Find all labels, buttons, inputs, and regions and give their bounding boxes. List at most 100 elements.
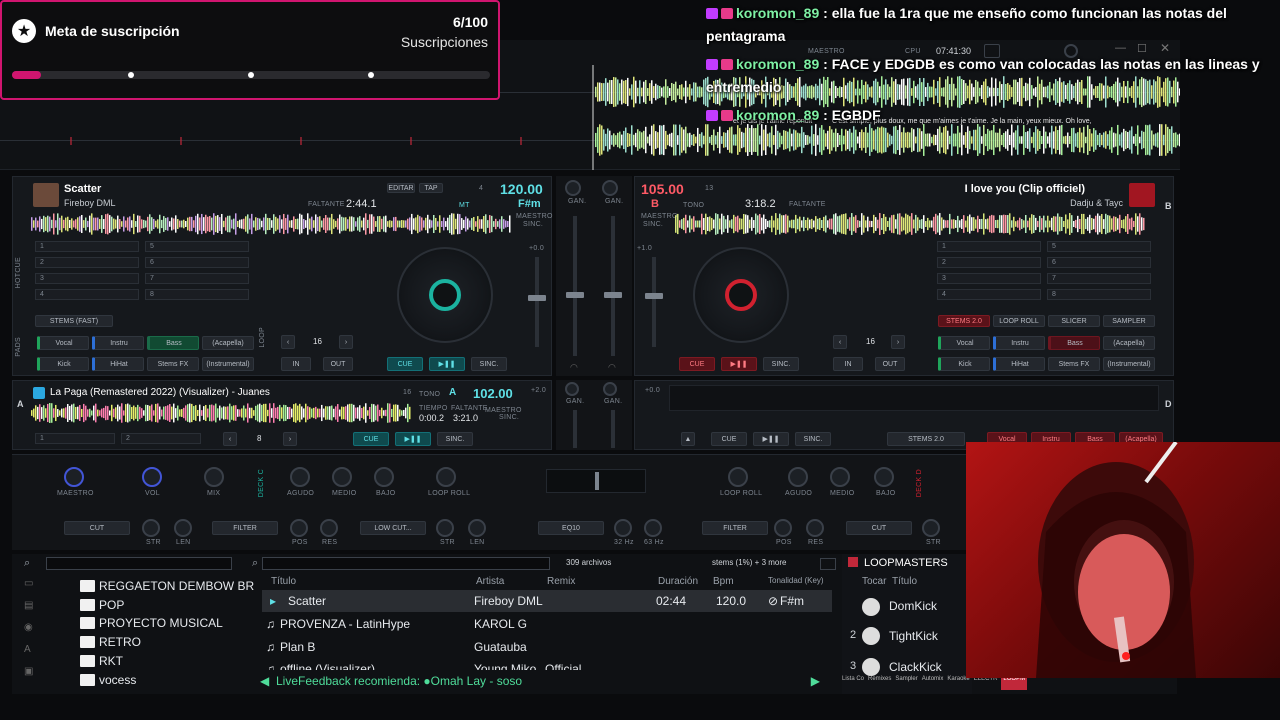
tab-sampler[interactable]: Sampler	[895, 676, 917, 690]
loop-in-button[interactable]: IN	[281, 357, 311, 371]
pad-mode-loop-roll[interactable]: LOOP ROLL	[993, 315, 1045, 327]
hotcue-7[interactable]: 7	[145, 273, 249, 284]
cue-button[interactable]: CUE	[353, 432, 389, 446]
edit-button[interactable]: EDITAR	[387, 183, 415, 193]
col-key[interactable]: Tonalidad (Key)	[768, 576, 824, 585]
hotcue-1[interactable]: 1	[937, 241, 1041, 252]
text-icon[interactable]: A	[24, 644, 44, 666]
stem-hihat[interactable]: HiHat	[92, 357, 144, 371]
col-duration[interactable]: Duración	[658, 576, 698, 587]
track-search-input[interactable]	[262, 557, 550, 570]
stem-instru[interactable]: Instru	[92, 336, 144, 350]
play-pause-button[interactable]: ▶❚❚	[429, 357, 465, 371]
fx-pos-knob[interactable]	[774, 519, 792, 537]
stem-fx[interactable]: Stems FX	[147, 357, 199, 371]
deck-left-waveform[interactable]	[31, 213, 511, 235]
pad-mode-stems[interactable]: STEMS 2.0	[938, 315, 990, 327]
loop-half-button[interactable]: ‹	[223, 432, 237, 446]
channel-fader-left-handle[interactable]	[566, 292, 584, 298]
channel-fader[interactable]	[611, 410, 615, 448]
channel-fader-left[interactable]	[573, 216, 577, 356]
jog-wheel-left[interactable]	[397, 247, 493, 343]
drum-icon[interactable]	[862, 598, 880, 616]
eq-high-knob[interactable]	[290, 467, 310, 487]
fx-pos-knob[interactable]	[290, 519, 308, 537]
loop-out-button[interactable]: OUT	[323, 357, 353, 371]
drum-icon[interactable]	[862, 627, 880, 645]
hotcue-7[interactable]: 7	[1047, 273, 1151, 284]
eq-high-knob[interactable]	[788, 467, 808, 487]
fx-select-cut[interactable]: CUT	[846, 521, 912, 535]
stem-acapella[interactable]: (Acapella)	[202, 336, 254, 350]
play-pause-button[interactable]: ▶❚❚	[721, 357, 757, 371]
table-row[interactable]: ♫ PROVENZA - LatinHype KAROL G	[262, 613, 832, 635]
pad-mode-slicer[interactable]: SLICER	[1048, 315, 1100, 327]
folder-search-input[interactable]	[46, 557, 232, 570]
fx-select-filter[interactable]: FILTER	[702, 521, 768, 535]
eq-low-knob[interactable]	[874, 467, 894, 487]
hotcue-1[interactable]: 1	[35, 241, 139, 252]
loop-half-button[interactable]: ‹	[281, 335, 295, 349]
hotcue-4[interactable]: 4	[937, 289, 1041, 300]
folder-item[interactable]: REGGAETON DEMBOW BR	[80, 579, 254, 593]
play-pause-button[interactable]: ▶❚❚	[753, 432, 789, 446]
col-artist[interactable]: Artista	[476, 576, 504, 587]
hotcue-5[interactable]: 5	[145, 241, 249, 252]
pitch-fader[interactable]	[535, 257, 539, 347]
headphone-icon[interactable]: ◠	[608, 362, 616, 373]
pitch-fader-handle[interactable]	[528, 295, 546, 301]
fx-str-knob[interactable]	[436, 519, 454, 537]
tab-lista[interactable]: Lista Co	[842, 676, 864, 690]
pitch-fader[interactable]	[652, 257, 656, 347]
fx-select-cut[interactable]: CUT	[64, 521, 130, 535]
crossfader-handle[interactable]	[595, 472, 599, 490]
stem-fx[interactable]: Stems FX	[1048, 357, 1100, 371]
col-bpm[interactable]: Bpm	[713, 576, 734, 587]
eq-low-knob[interactable]	[374, 467, 394, 487]
gain-knob[interactable]	[565, 382, 579, 396]
hotcue-2[interactable]: 2	[121, 433, 201, 444]
jog-wheel-right[interactable]	[693, 247, 789, 343]
sidebar-icon[interactable]: ▣	[24, 666, 44, 688]
channel-fader-right[interactable]	[611, 216, 615, 356]
col-remix[interactable]: Remix	[547, 576, 575, 587]
gain-knob[interactable]	[603, 382, 617, 396]
loop-out-button[interactable]: OUT	[875, 357, 905, 371]
loop-double-button[interactable]: ›	[283, 432, 297, 446]
volume-knob[interactable]	[142, 467, 162, 487]
stem-vocal[interactable]: Vocal	[938, 336, 990, 350]
folder-item[interactable]: vocess	[80, 673, 136, 687]
eq-32hz-knob[interactable]	[614, 519, 632, 537]
mix-knob[interactable]	[204, 467, 224, 487]
filter-icon[interactable]: ▤	[24, 600, 44, 622]
cue-button[interactable]: CUE	[387, 357, 423, 371]
loop-name[interactable]: DomKick	[889, 599, 937, 613]
crossfader[interactable]	[546, 469, 646, 493]
fx-len-knob[interactable]	[468, 519, 486, 537]
gain-knob-right[interactable]	[602, 180, 618, 196]
hotcue-2[interactable]: 2	[35, 257, 139, 268]
deck-d-empty-waveform[interactable]	[669, 385, 1159, 411]
folder-icon[interactable]: ▭	[24, 578, 44, 600]
table-row[interactable]: ♫ offline (Visualizer) Young Miko Offici…	[262, 658, 832, 670]
tab-karaoke[interactable]: Karaoke	[947, 676, 969, 690]
cue-button[interactable]: CUE	[679, 357, 715, 371]
stems-mode-select[interactable]: STEMS (FAST)	[35, 315, 113, 327]
col-title[interactable]: Título	[271, 576, 296, 587]
stem-instrumental[interactable]: (Instrumental)	[1103, 357, 1155, 371]
sync-button[interactable]: SINC.	[795, 432, 831, 446]
stem-bass[interactable]: Bass	[1048, 336, 1100, 350]
cue-button[interactable]: CUE	[711, 432, 747, 446]
stem-kick[interactable]: Kick	[938, 357, 990, 371]
eye-icon[interactable]: ◉	[24, 622, 44, 644]
stems-mode-select[interactable]: STEMS 2.0	[887, 432, 965, 446]
stem-instrumental[interactable]: (Instrumental)	[202, 357, 254, 371]
folder-item[interactable]: RETRO	[80, 635, 141, 649]
channel-fader-right-handle[interactable]	[604, 292, 622, 298]
eq10-select[interactable]: EQ10	[538, 521, 604, 535]
gain-knob-left[interactable]	[565, 180, 581, 196]
tab-electr[interactable]: ELECTR	[974, 676, 998, 690]
stem-hihat[interactable]: HiHat	[993, 357, 1045, 371]
fx-len-knob[interactable]	[174, 519, 192, 537]
hotcue-2[interactable]: 2	[937, 257, 1041, 268]
